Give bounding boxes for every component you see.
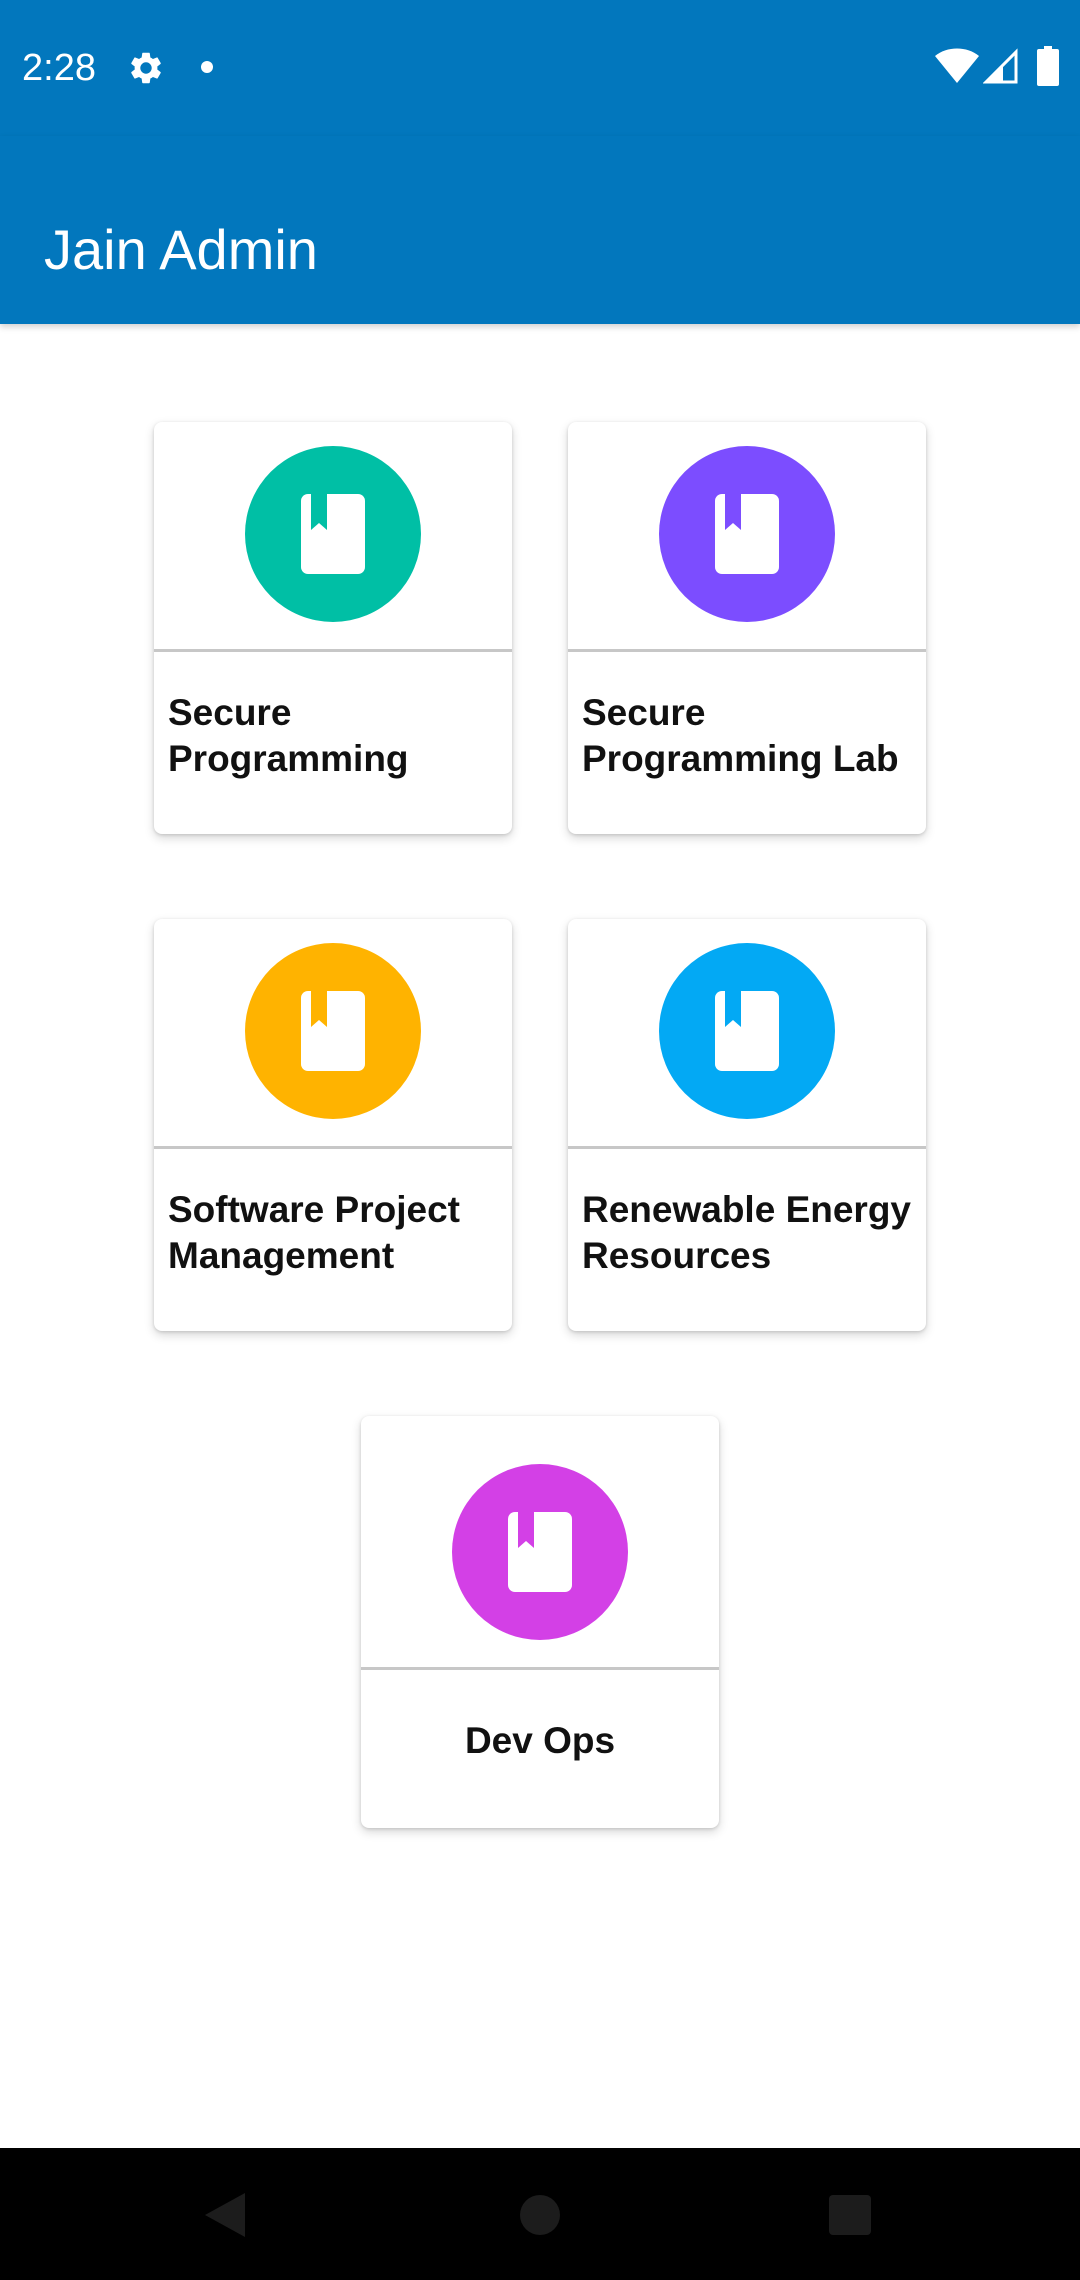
wifi-icon [935,48,979,83]
course-icon-circle [245,446,421,622]
book-icon [715,494,779,574]
battery-icon [1037,46,1059,86]
course-card-secure-programming[interactable]: Secure Programming [154,422,512,834]
course-title: Renewable Energy Resources [582,1189,912,1276]
course-icon-circle [245,943,421,1119]
course-title: Software Project Management [168,1189,460,1276]
settings-icon [131,52,161,84]
course-icon-circle [659,446,835,622]
card-divider [568,649,926,652]
card-icon-area [154,919,512,1147]
course-title: Secure Programming [168,692,409,779]
course-card-renewable-energy-resources[interactable]: Renewable Energy Resources [568,919,926,1331]
course-card-software-project-management[interactable]: Software Project Management [154,919,512,1331]
navigation-bar [0,2148,1080,2280]
status-bar: 2:28 [0,0,1080,136]
card-divider [568,1146,926,1149]
card-divider [361,1667,719,1670]
course-title: Dev Ops [464,1720,616,1761]
book-icon [508,1512,572,1592]
book-icon [301,494,365,574]
course-card-dev-ops[interactable]: Dev Ops [361,1416,719,1828]
status-time: 2:28 [22,47,96,89]
card-icon-area [568,422,926,650]
recents-icon[interactable] [829,2195,871,2235]
course-icon-circle [452,1464,628,1640]
card-divider [154,649,512,652]
back-icon[interactable] [205,2193,245,2237]
card-icon-area [361,1416,719,1644]
card-divider [154,1146,512,1149]
card-icon-area [154,422,512,650]
book-icon [301,991,365,1071]
card-icon-area [568,919,926,1147]
course-icon-circle [659,943,835,1119]
notification-dot-icon [201,61,213,73]
course-card-secure-programming-lab[interactable]: Secure Programming Lab [568,422,926,834]
course-title: Secure Programming Lab [582,692,899,779]
app-title: Jain Admin [44,218,318,281]
home-icon[interactable] [520,2195,560,2235]
cell-signal-icon [983,48,1018,84]
book-icon [715,991,779,1071]
